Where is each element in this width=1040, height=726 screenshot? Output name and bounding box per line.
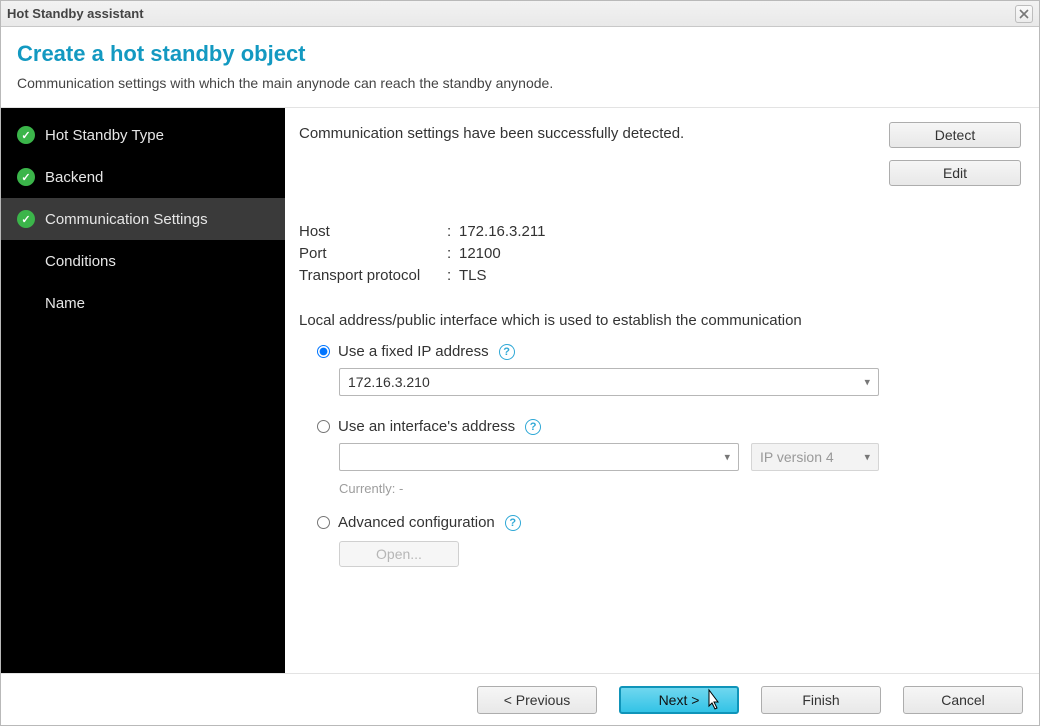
cancel-button[interactable]: Cancel	[903, 686, 1023, 714]
status-text: Communication settings have been success…	[299, 122, 877, 186]
sidebar-item-label: Name	[45, 295, 85, 312]
radio-advanced-config[interactable]	[317, 516, 330, 529]
radio-advanced-config-label: Advanced configuration	[338, 514, 495, 531]
sidebar: ✓ Hot Standby Type ✓ Backend ✓ Communica…	[1, 108, 285, 673]
currently-label: Currently: -	[339, 481, 879, 496]
interface-select[interactable]: ▾	[339, 443, 739, 471]
protocol-label: Transport protocol	[299, 267, 447, 284]
protocol-value: TLS	[459, 267, 487, 284]
detect-button[interactable]: Detect	[889, 122, 1021, 148]
sidebar-item-hot-standby-type[interactable]: ✓ Hot Standby Type	[1, 114, 285, 156]
footer: < Previous Next > Finish Cancel	[1, 673, 1039, 725]
port-value: 12100	[459, 245, 501, 262]
radio-interface-address-label: Use an interface's address	[338, 418, 515, 435]
sidebar-item-name[interactable]: Name	[1, 282, 285, 324]
check-icon: ✓	[17, 210, 35, 228]
sidebar-item-label: Backend	[45, 169, 103, 186]
host-value: 172.16.3.211	[459, 223, 545, 240]
main-panel: Communication settings have been success…	[285, 108, 1039, 673]
page-subtitle: Communication settings with which the ma…	[17, 75, 1023, 91]
help-icon[interactable]: ?	[525, 419, 541, 435]
sidebar-item-conditions[interactable]: Conditions	[1, 240, 285, 282]
check-icon: ✓	[17, 126, 35, 144]
page-title: Create a hot standby object	[17, 41, 1023, 67]
host-label: Host	[299, 223, 447, 240]
titlebar: Hot Standby assistant	[1, 1, 1039, 27]
sidebar-item-communication-settings[interactable]: ✓ Communication Settings	[1, 198, 285, 240]
help-icon[interactable]: ?	[499, 344, 515, 360]
open-button: Open...	[339, 541, 459, 567]
radio-fixed-ip-label: Use a fixed IP address	[338, 343, 489, 360]
sidebar-item-label: Communication Settings	[45, 211, 208, 228]
chevron-down-icon: ▾	[864, 451, 870, 464]
next-button[interactable]: Next >	[619, 686, 739, 714]
close-icon	[1019, 9, 1029, 19]
sidebar-item-backend[interactable]: ✓ Backend	[1, 156, 285, 198]
fixed-ip-select[interactable]: 172.16.3.210 ▾	[339, 368, 879, 396]
radio-fixed-ip[interactable]	[317, 345, 330, 358]
ip-version-select[interactable]: IP version 4 ▾	[751, 443, 879, 471]
body: ✓ Hot Standby Type ✓ Backend ✓ Communica…	[1, 108, 1039, 673]
check-icon: ✓	[17, 168, 35, 186]
local-address-label: Local address/public interface which is …	[299, 312, 1021, 329]
ip-version-value: IP version 4	[760, 449, 834, 465]
dialog-window: Hot Standby assistant Create a hot stand…	[0, 0, 1040, 726]
chevron-down-icon: ▾	[724, 451, 730, 464]
fixed-ip-value: 172.16.3.210	[348, 374, 430, 390]
chevron-down-icon: ▾	[864, 376, 870, 389]
sidebar-item-label: Hot Standby Type	[45, 127, 164, 144]
edit-button[interactable]: Edit	[889, 160, 1021, 186]
finish-button[interactable]: Finish	[761, 686, 881, 714]
window-title: Hot Standby assistant	[7, 6, 144, 21]
previous-button[interactable]: < Previous	[477, 686, 597, 714]
help-icon[interactable]: ?	[505, 515, 521, 531]
sidebar-item-label: Conditions	[45, 253, 116, 270]
close-button[interactable]	[1015, 5, 1033, 23]
address-mode-group: Use a fixed IP address ? 172.16.3.210 ▾ …	[299, 343, 1021, 567]
radio-interface-address[interactable]	[317, 420, 330, 433]
connection-info: Host : 172.16.3.211 Port : 12100 Transpo…	[299, 220, 1021, 286]
port-label: Port	[299, 245, 447, 262]
header: Create a hot standby object Communicatio…	[1, 27, 1039, 108]
